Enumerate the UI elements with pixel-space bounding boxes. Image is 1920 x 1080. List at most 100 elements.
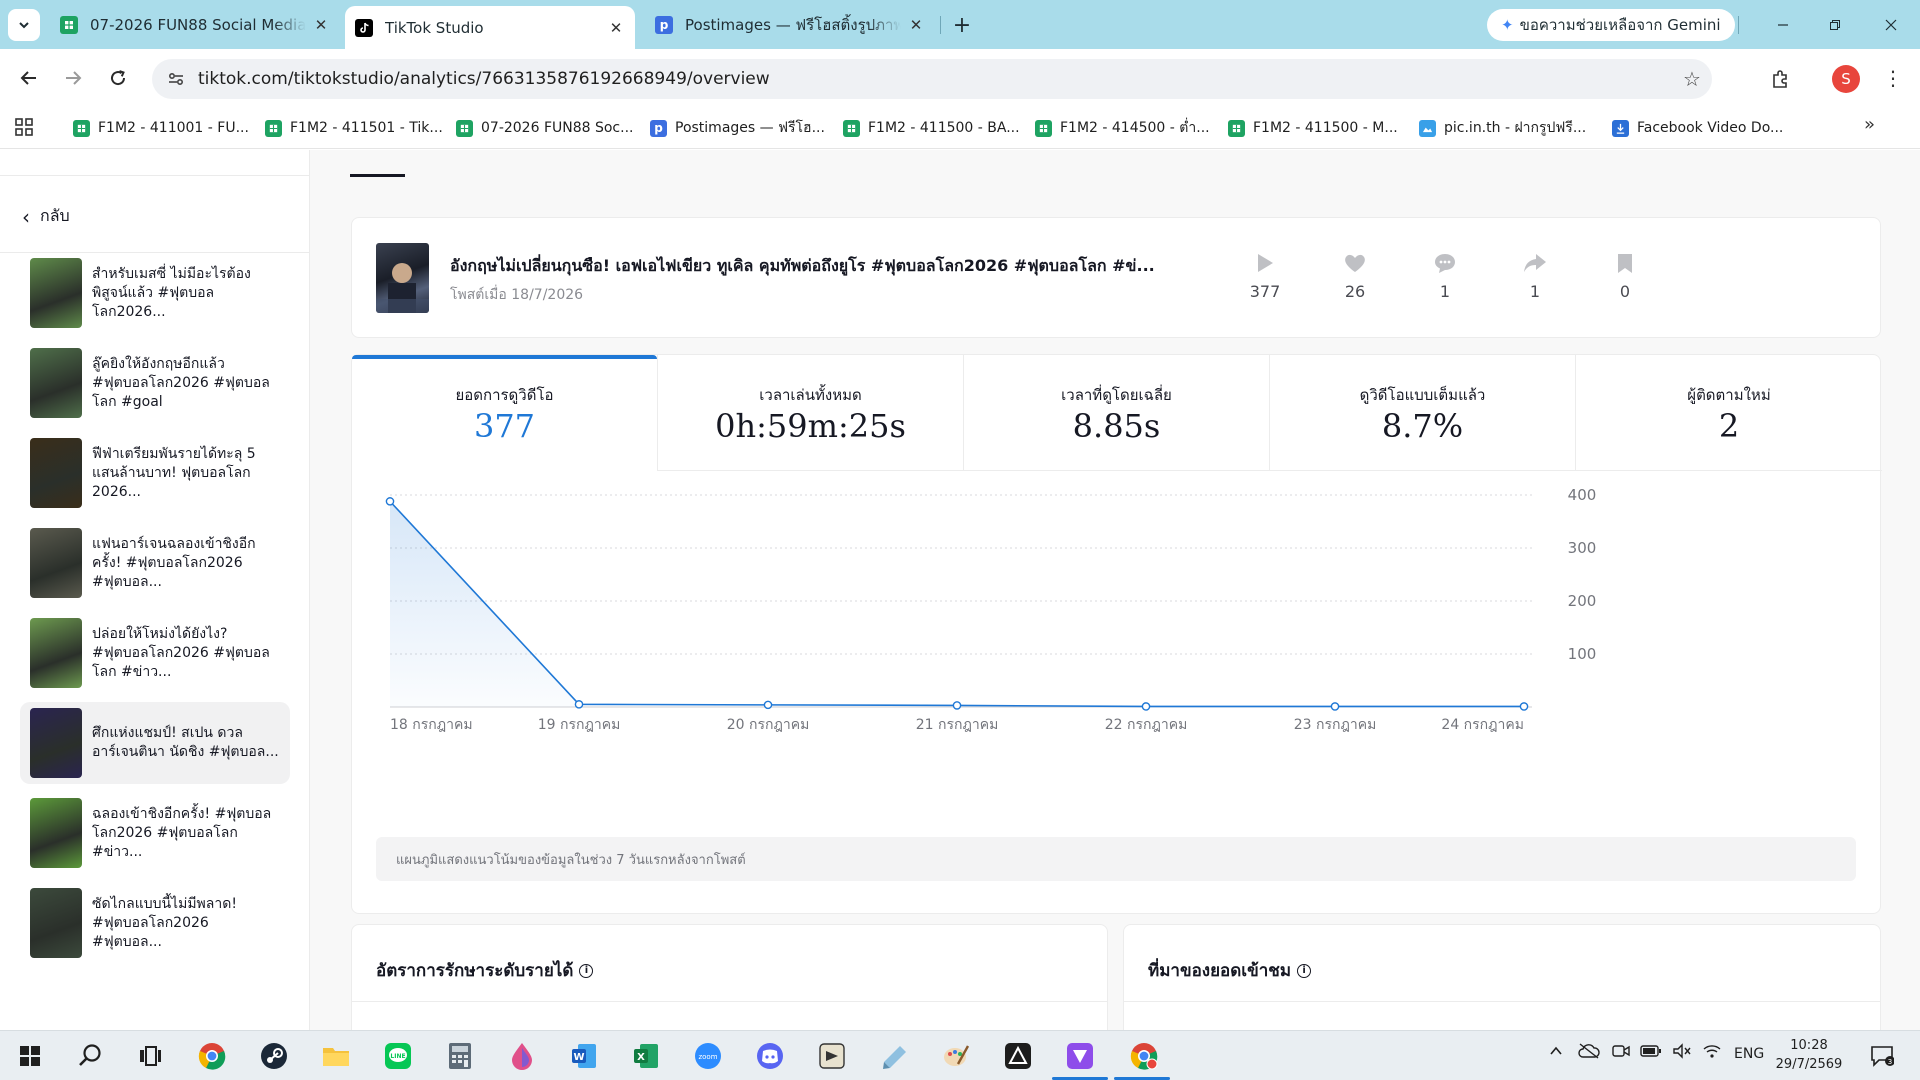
sidebar-video-item[interactable]: ปล่อยให้โหม่งได้ยังไง? #ฟุตบอลโลก2026 #ฟ…: [20, 612, 290, 694]
sidebar-video-item[interactable]: ซัดไกลแบบนี้ไม่มีพลาด! #ฟุตบอลโลก2026 #ฟ…: [20, 882, 290, 964]
bookmark-item[interactable]: p Postimages — ฟรีโฮ...: [650, 114, 825, 142]
notifications-icon[interactable]: 3: [1866, 1040, 1898, 1072]
volume-muted-icon[interactable]: [1672, 1043, 1692, 1063]
line-icon[interactable]: LINE: [382, 1040, 414, 1072]
bookmarks-overflow-button[interactable]: »: [1864, 114, 1875, 135]
steam-icon[interactable]: [258, 1040, 290, 1072]
bookmark-item[interactable]: F1M2 - 411501 - Tik...: [265, 114, 443, 142]
bookmark-item[interactable]: Facebook Video Do...: [1612, 114, 1783, 142]
search-icon[interactable]: [74, 1040, 106, 1072]
traffic-source-title-text: ที่มาของยอดเข้าชม: [1148, 961, 1292, 981]
launcher-icon[interactable]: [1002, 1040, 1034, 1072]
close-icon[interactable]: ✕: [907, 16, 925, 34]
tab-search-dropdown[interactable]: [8, 9, 40, 41]
metric-tab-new-followers[interactable]: ผู้ติดตามใหม่ 2: [1576, 355, 1882, 471]
paint-icon[interactable]: [940, 1040, 972, 1072]
profile-avatar[interactable]: S: [1832, 65, 1860, 93]
chart-data-point[interactable]: [574, 700, 584, 709]
input-language[interactable]: ENG: [1734, 1046, 1764, 1062]
chart-data-point[interactable]: [1519, 702, 1529, 711]
chrome-profile-icon[interactable]: [1128, 1040, 1160, 1072]
tab-social-media-report[interactable]: 07-2026 FUN88 Social Media Re ✕: [50, 6, 340, 44]
excel-icon[interactable]: X: [630, 1040, 662, 1072]
paint-drop-icon[interactable]: [506, 1040, 538, 1072]
notes-icon[interactable]: [878, 1040, 910, 1072]
back-button[interactable]: [14, 63, 44, 93]
sidebar-video-item[interactable]: แฟนอาร์เจนฉลองเข้าชิงอีกครั้ง! #ฟุตบอลโล…: [20, 522, 290, 604]
tab-tiktok-studio[interactable]: TikTok Studio ✕: [345, 6, 635, 49]
chart-data-point[interactable]: [763, 700, 773, 710]
minimize-button[interactable]: [1754, 0, 1812, 49]
video-editor-icon[interactable]: [1064, 1040, 1096, 1072]
tab-separator: [1738, 16, 1739, 34]
bookmark-star-icon[interactable]: ☆: [1672, 67, 1712, 91]
bookmark-item[interactable]: pic.in.th - ฝากรูปฟรี...: [1419, 114, 1586, 142]
tab-postimages[interactable]: p Postimages — ฟรีโฮสติ้งรูปภาพ / อั ✕: [645, 6, 935, 44]
sidebar-video-item[interactable]: ฉลองเข้าชิงอีกครั้ง! #ฟุตบอลโลก2026 #ฟุต…: [20, 792, 290, 874]
bookmark-item[interactable]: F1M2 - 411500 - BA...: [843, 114, 1020, 142]
restore-button[interactable]: [1806, 0, 1864, 49]
close-icon[interactable]: ✕: [312, 16, 330, 34]
post-thumbnail[interactable]: [376, 243, 429, 313]
metric-tab-total-play-time[interactable]: เวลาเล่นทั้งหมด 0h:59m:25s: [658, 355, 964, 471]
battery-icon[interactable]: [1640, 1043, 1662, 1063]
video-thumbnail: [30, 798, 82, 868]
calculator-icon[interactable]: [444, 1040, 476, 1072]
chrome-icon[interactable]: [196, 1040, 228, 1072]
zoom-icon[interactable]: zoom: [692, 1040, 724, 1072]
browser-menu-icon[interactable]: ⋮: [1878, 63, 1908, 93]
bookmark-item[interactable]: F1M2 - 414500 - ต่ำ...: [1035, 114, 1210, 142]
close-icon: [1885, 19, 1897, 30]
traffic-source-card: ที่มาของยอดเข้าชม i: [1123, 924, 1881, 1030]
sidebar-video-item[interactable]: ฟีฟ่าเตรียมพันรายได้ทะลุ 5 แสนล้านบาท! ฟ…: [20, 432, 290, 514]
task-view-icon[interactable]: [134, 1040, 166, 1072]
windows-start-icon[interactable]: [14, 1040, 46, 1072]
gemini-button[interactable]: ✦ ขอความช่วยเหลือจาก Gemini: [1487, 9, 1735, 41]
chevron-down-icon: [19, 22, 29, 29]
sidebar-video-item[interactable]: ศึกแห่งแชมป์! สเปน ดวล อาร์เจนตินา นัดชิ…: [20, 702, 290, 784]
video-title: ลู๊คยิงให้อังกฤษอีกแล้ว #ฟุตบอลโลก2026 #…: [92, 355, 270, 410]
site-settings-icon[interactable]: [156, 70, 196, 88]
chart-x-tick-label: 18 กรกฎาคม: [390, 717, 473, 733]
bookmark-item[interactable]: F1M2 - 411500 - M...: [1228, 114, 1398, 142]
capcut-icon[interactable]: [816, 1040, 848, 1072]
video-thumbnail: [30, 258, 82, 328]
chart-data-point[interactable]: [1330, 702, 1340, 711]
clock-date: 29/7/2569: [1775, 1057, 1843, 1072]
info-icon[interactable]: i: [1297, 963, 1312, 978]
forward-button[interactable]: [58, 63, 88, 93]
url-text: tiktok.com/tiktokstudio/analytics/766313…: [198, 69, 770, 89]
metric-tab-watched-full-video[interactable]: ดูวิดีโอแบบเต็มแล้ว 8.7%: [1270, 355, 1576, 471]
metric-tab-video-views[interactable]: ยอดการดูวิดีโอ 377: [352, 355, 658, 471]
back-link[interactable]: ‹ กลับ: [22, 204, 70, 229]
system-clock[interactable]: 10:28 29/7/2569: [1774, 1036, 1844, 1074]
close-icon[interactable]: ✕: [607, 19, 625, 37]
close-window-button[interactable]: [1862, 0, 1920, 49]
new-tab-button[interactable]: +: [947, 10, 977, 40]
tiktok-studio-page: ‹ กลับ สำหรับเมสซี่ ไม่มีอะไรต้องพิสูจน์…: [0, 150, 1920, 1030]
reload-button[interactable]: [103, 63, 133, 93]
chart-data-point[interactable]: [952, 701, 962, 710]
back-label: กลับ: [40, 206, 70, 225]
metric-tab-average-watch-time[interactable]: เวลาที่ดูโดยเฉลี่ย 8.85s: [964, 355, 1270, 471]
address-bar[interactable]: tiktok.com/tiktokstudio/analytics/766313…: [152, 59, 1712, 99]
sidebar-video-item[interactable]: ลู๊คยิงให้อังกฤษอีกแล้ว #ฟุตบอลโลก2026 #…: [20, 342, 290, 424]
metric-label: ยอดการดูวิดีโอ: [455, 386, 554, 404]
chart-data-point[interactable]: [1141, 702, 1151, 711]
file-explorer-icon[interactable]: [320, 1040, 352, 1072]
bookmark-item[interactable]: 07-2026 FUN88 Soc...: [456, 114, 633, 142]
bookmark-item[interactable]: F1M2 - 411001 - FU...: [73, 114, 249, 142]
tray-overflow-icon[interactable]: [1548, 1043, 1564, 1063]
chart-data-point[interactable]: [385, 497, 395, 506]
extensions-button[interactable]: [1764, 63, 1796, 95]
cloud-offline-icon[interactable]: [1578, 1043, 1600, 1063]
word-icon[interactable]: W: [568, 1040, 600, 1072]
wifi-icon[interactable]: [1702, 1043, 1722, 1063]
sidebar-video-item[interactable]: สำหรับเมสซี่ ไม่มีอะไรต้องพิสูจน์แล้ว #ฟ…: [20, 252, 290, 334]
discord-icon[interactable]: [754, 1040, 786, 1072]
camera-icon[interactable]: [1612, 1043, 1630, 1063]
info-icon[interactable]: i: [579, 963, 594, 978]
apps-grid-icon[interactable]: [14, 117, 34, 141]
video-title: ฟีฟ่าเตรียมพันรายได้ทะลุ 5 แสนล้านบาท! ฟ…: [92, 445, 256, 500]
bookmark-label: F1M2 - 411500 - BA...: [868, 120, 1020, 136]
